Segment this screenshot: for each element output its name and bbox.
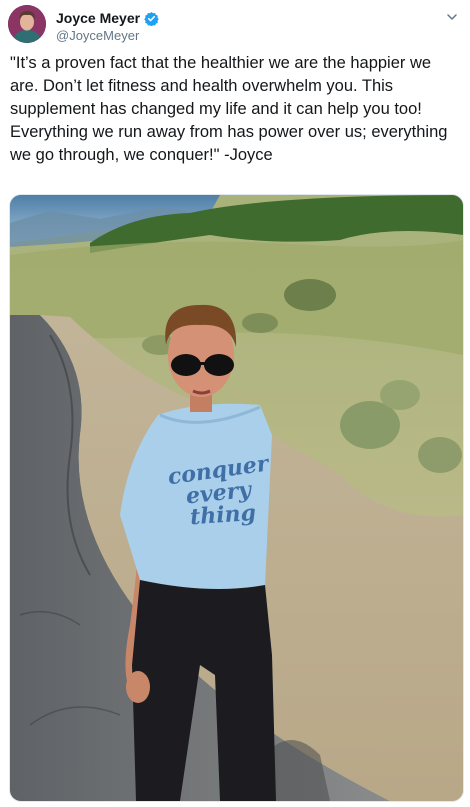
handle[interactable]: @JoyceMeyer [56, 28, 159, 44]
shirt-text-line-2: thing [189, 500, 257, 531]
tweet-text: "It’s a proven fact that the healthier w… [10, 54, 448, 164]
avatar-image [8, 5, 46, 43]
display-name[interactable]: Joyce Meyer [56, 10, 140, 26]
tweet-photo[interactable]: conquer every thing [9, 194, 464, 802]
chevron-down-icon[interactable] [446, 10, 458, 22]
tweet: Joyce Meyer @JoyceMeyer "It’s a proven f… [0, 0, 470, 807]
avatar[interactable] [8, 5, 46, 43]
author-block: Joyce Meyer @JoyceMeyer [56, 10, 159, 44]
verified-badge-icon [144, 11, 159, 26]
